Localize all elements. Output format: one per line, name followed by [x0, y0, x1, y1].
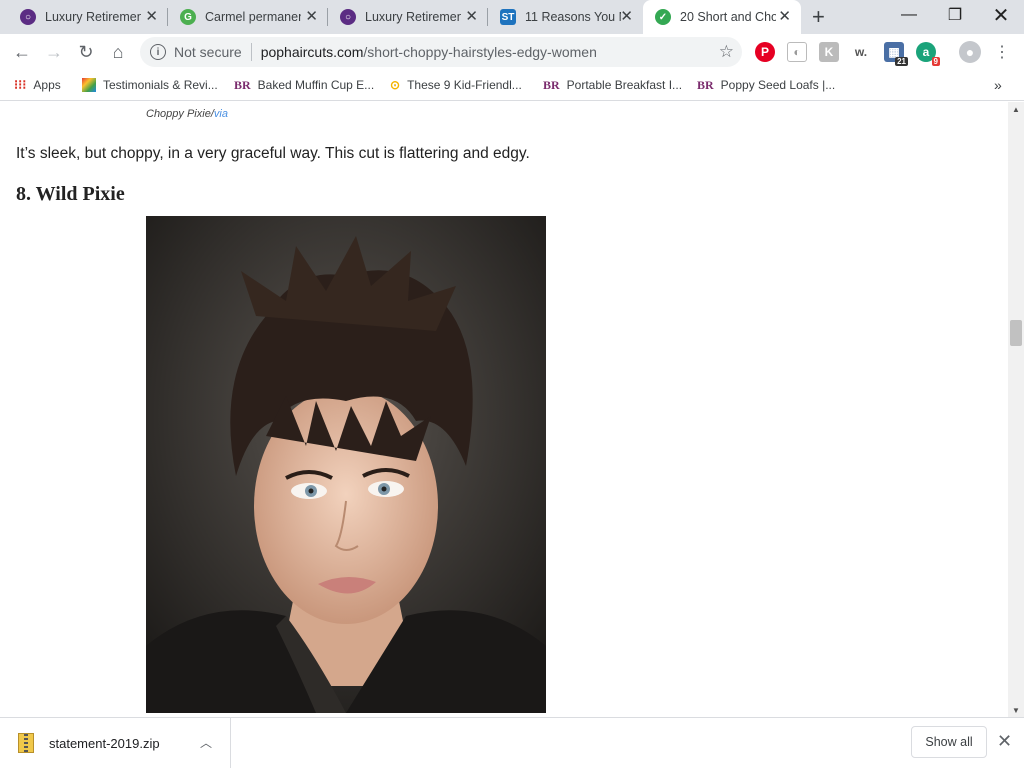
bookmarks-bar: ⁝⁝⁝ Apps Testimonials & Revi... BR Baked… — [0, 70, 1024, 101]
g-logo-icon: G — [180, 9, 196, 25]
forward-arrow-icon[interactable]: → — [42, 40, 66, 64]
extension-icon[interactable]: ◐ — [787, 42, 807, 62]
bookmark-baked-muffin[interactable]: BR Baked Muffin Cup E... — [234, 76, 374, 94]
bookmark-star-icon[interactable]: ☆ — [719, 42, 734, 62]
bookmark-label: Portable Breakfast I... — [566, 78, 683, 92]
extension-badge: 21 — [895, 57, 908, 66]
download-item[interactable]: statement-2019.zip ︿ — [0, 718, 231, 768]
address-bar[interactable]: i Not secure pophaircuts.com /short-chop… — [140, 37, 742, 67]
st-logo-icon: ST — [500, 9, 516, 25]
tab-carmel-permanent[interactable]: G Carmel permanent ✕ — [168, 0, 328, 34]
kebab-menu-icon[interactable]: ⋮ — [990, 40, 1014, 64]
br-logo-icon: BR — [543, 77, 560, 92]
location-pin-icon: ⊙ — [390, 78, 401, 92]
reload-icon[interactable]: ↻ — [74, 40, 98, 64]
bookmark-portable-breakfast[interactable]: BR Portable Breakfast I... — [543, 76, 682, 94]
profile-avatar-icon[interactable]: ● — [959, 41, 981, 63]
new-tab-icon[interactable]: + — [812, 4, 825, 30]
extension-w-icon[interactable]: w. — [851, 42, 871, 62]
close-tab-icon[interactable]: ✕ — [305, 9, 318, 25]
show-all-button[interactable]: Show all — [911, 726, 987, 758]
bookmark-label: Poppy Seed Loafs |... — [720, 78, 836, 92]
check-circle-icon: ✓ — [655, 9, 671, 25]
bookmark-kid-friendly[interactable]: ⊙ These 9 Kid-Friendl... — [390, 76, 522, 94]
close-tab-icon[interactable]: ✕ — [145, 9, 158, 25]
bookmarks-overflow-icon[interactable]: » — [994, 76, 1002, 94]
page-scrollbar[interactable]: ▲ ▼ — [1008, 102, 1024, 717]
pinterest-icon[interactable]: P — [755, 42, 775, 62]
article-paragraph: It’s sleek, but choppy, in a very gracef… — [16, 145, 530, 162]
tab-title: Luxury Retirement — [365, 10, 461, 24]
scroll-up-icon[interactable]: ▲ — [1008, 102, 1024, 116]
caption-via-link[interactable]: via — [214, 108, 228, 120]
security-label: Not secure — [174, 44, 242, 60]
tab-luxury-retirement-1[interactable]: ○ Luxury Retirement ✕ — [8, 0, 168, 34]
close-tab-icon[interactable]: ✕ — [620, 9, 633, 25]
colorful-logo-icon — [82, 78, 96, 92]
close-window-icon[interactable]: ✕ — [978, 0, 1024, 30]
bookmark-label: Testimonials & Revi... — [103, 78, 218, 92]
circle-logo-icon: ○ — [20, 9, 36, 25]
br-logo-icon: BR — [234, 77, 251, 92]
tab-20-short-and-choppy[interactable]: ✓ 20 Short and Cho ✕ — [643, 0, 801, 34]
tab-luxury-retirement-2[interactable]: ○ Luxury Retirement ✕ — [328, 0, 488, 34]
circle-logo-icon: ○ — [340, 9, 356, 25]
close-tab-icon[interactable]: ✕ — [465, 9, 478, 25]
br-logo-icon: BR — [697, 77, 714, 92]
tab-strip: ○ Luxury Retirement ✕ G Carmel permanent… — [0, 0, 1024, 34]
bookmark-label: Baked Muffin Cup E... — [257, 78, 375, 92]
scrollbar-thumb[interactable] — [1010, 320, 1022, 346]
tab-title: 11 Reasons You N — [525, 10, 621, 24]
caption-text: Choppy Pixie/ — [146, 108, 214, 120]
page-content: Choppy Pixie/via It’s sleek, but choppy,… — [0, 102, 1008, 717]
hairstyle-photo — [146, 216, 546, 713]
close-tab-icon[interactable]: ✕ — [778, 9, 791, 25]
extension-a-icon[interactable]: a9 — [916, 42, 940, 66]
chevron-up-icon[interactable]: ︿ — [200, 734, 212, 751]
bookmark-poppy-seed[interactable]: BR Poppy Seed Loafs |... — [697, 76, 835, 94]
bookmark-apps[interactable]: ⁝⁝⁝ Apps — [14, 76, 61, 94]
url-path: /short-choppy-hairstyles-edgy-women — [363, 44, 597, 60]
downloads-bar: statement-2019.zip ︿ Show all ✕ — [0, 717, 1024, 768]
home-icon[interactable]: ⌂ — [106, 40, 130, 64]
omnibox-divider — [250, 43, 252, 61]
tab-title: 20 Short and Cho — [680, 10, 776, 24]
download-filename: statement-2019.zip — [49, 736, 160, 751]
image-caption: Choppy Pixie/via — [146, 108, 228, 120]
tab-title: Luxury Retirement — [45, 10, 141, 24]
extension-badge: 9 — [931, 57, 940, 66]
apps-grid-icon: ⁝⁝⁝ — [14, 77, 27, 92]
minimize-icon[interactable]: — — [886, 0, 932, 30]
close-downloads-icon[interactable]: ✕ — [997, 731, 1012, 752]
bookmark-label: Apps — [33, 78, 61, 92]
tab-11-reasons[interactable]: ST 11 Reasons You N ✕ — [488, 0, 643, 34]
back-arrow-icon[interactable]: ← — [10, 40, 34, 64]
extension-calendar-icon[interactable]: ▦ 21 — [884, 42, 908, 66]
bookmark-label: These 9 Kid-Friendl... — [407, 78, 522, 92]
url-host: pophaircuts.com — [260, 44, 364, 60]
tab-title: Carmel permanent — [205, 10, 301, 24]
scroll-down-icon[interactable]: ▼ — [1008, 703, 1024, 717]
section-heading: 8. Wild Pixie — [16, 183, 125, 205]
extension-k-icon[interactable]: K — [819, 42, 839, 62]
wild-pixie-portrait-image — [146, 216, 546, 713]
browser-toolbar: ← → ↻ ⌂ i Not secure pophaircuts.com /sh… — [0, 34, 1024, 70]
info-icon[interactable]: i — [150, 44, 166, 60]
zip-file-icon — [18, 733, 34, 753]
bookmark-testimonials[interactable]: Testimonials & Revi... — [82, 76, 218, 94]
restore-icon[interactable]: ❐ — [932, 0, 978, 30]
